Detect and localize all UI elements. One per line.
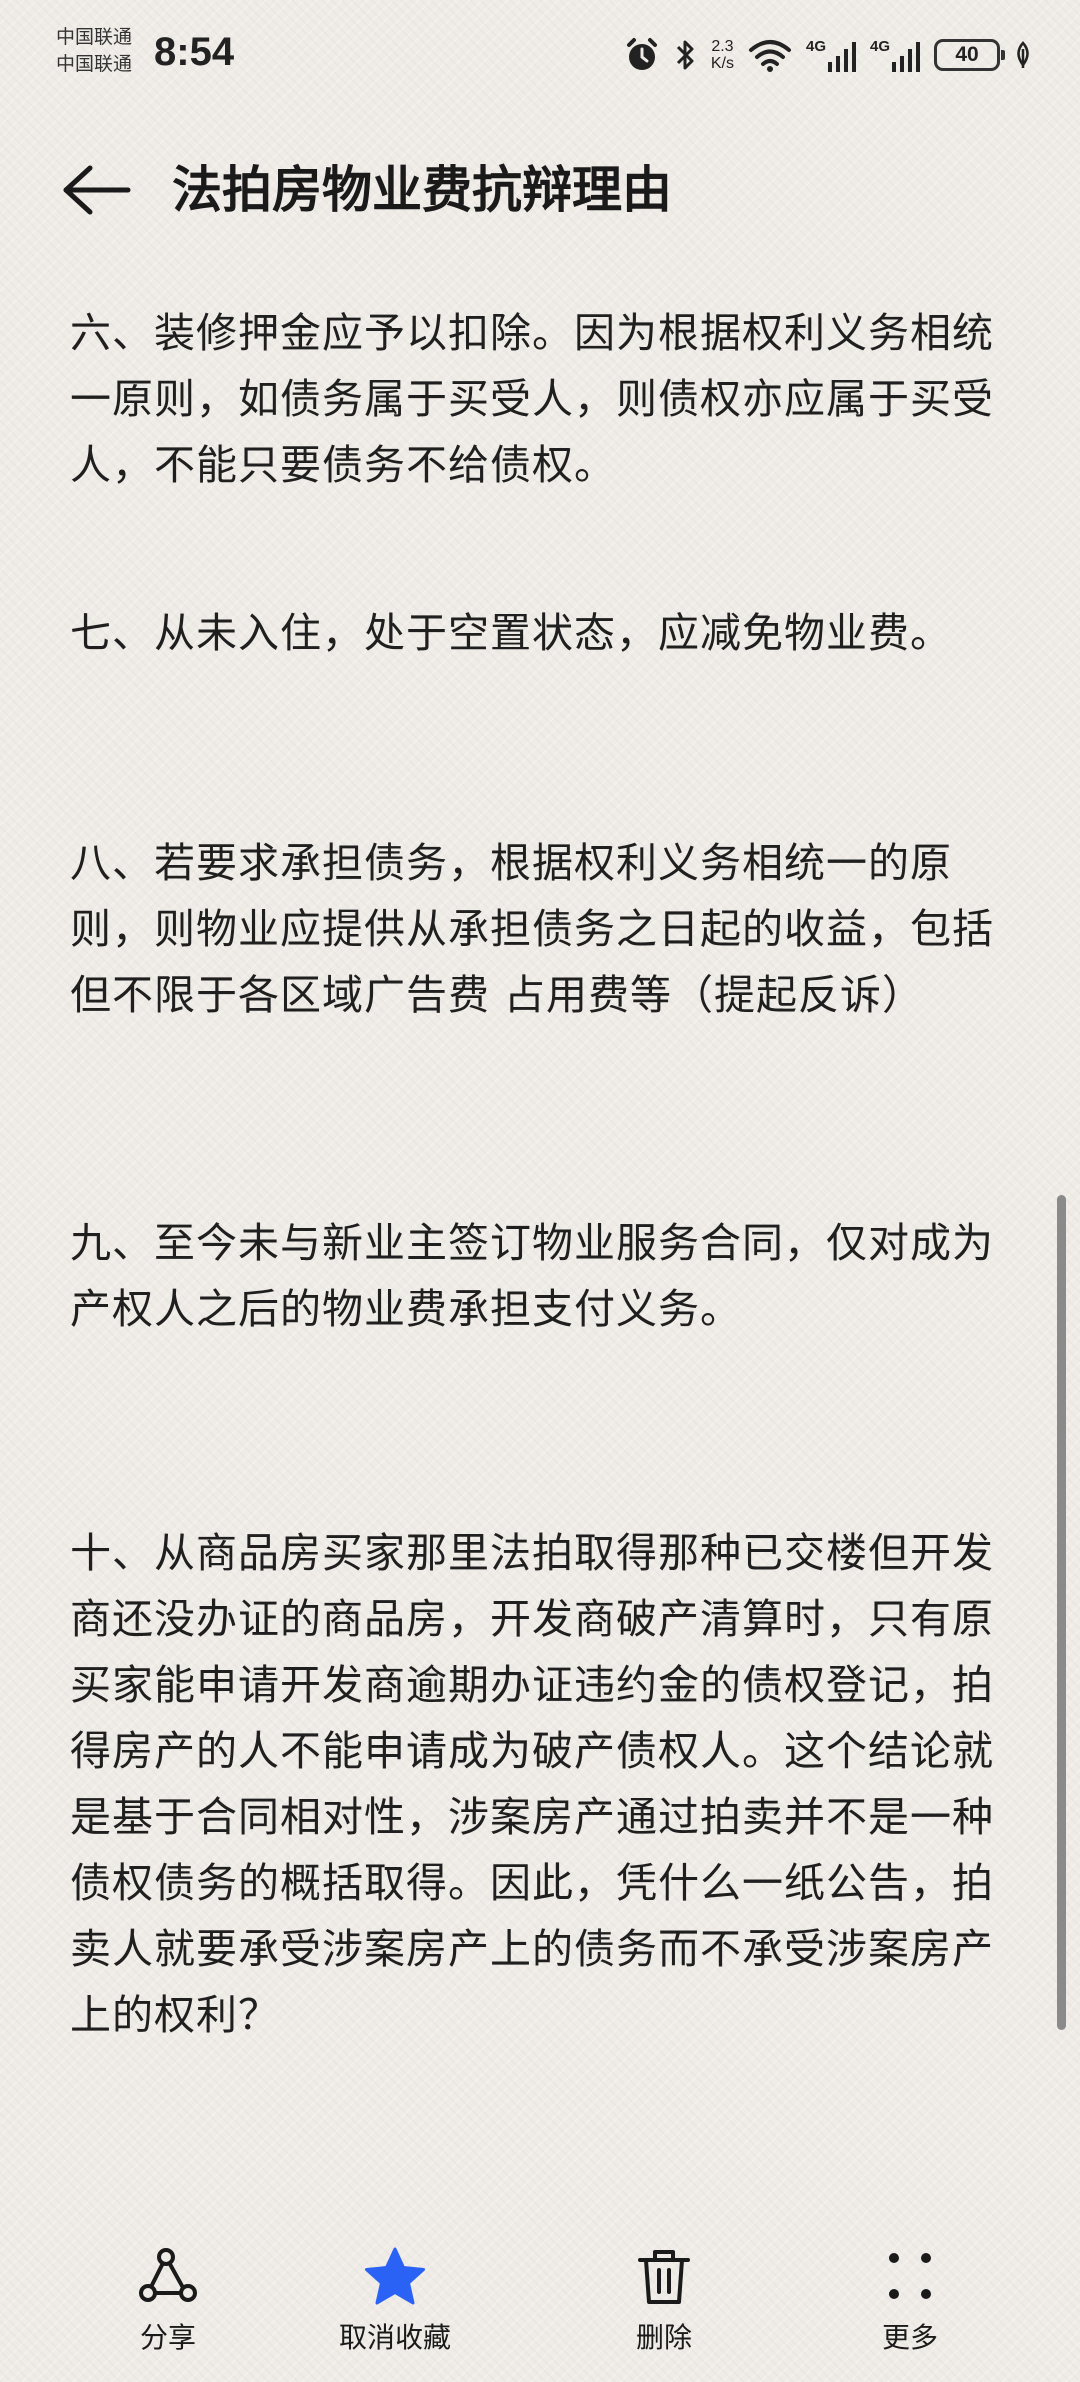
paragraph-6: 六、装修押金应予以扣除。因为根据权利义务相统一原则，如债务属于买受人，则债权亦应… [70, 309, 994, 489]
bottom-toolbar: 分享 取消收藏 删除 更多 [0, 2230, 1080, 2382]
share-label: 分享 [139, 2321, 196, 2354]
more-label: 更多 [881, 2321, 938, 2354]
unfavorite-label: 取消收藏 [338, 2321, 451, 2354]
app-header: 法拍房物业费抗辩理由 [0, 140, 1080, 240]
net-speed-value: 2.3 [711, 38, 734, 55]
delete-label: 删除 [635, 2321, 692, 2354]
signal-icon-1: 4G [806, 38, 856, 72]
signal-icon-2: 4G [870, 38, 920, 72]
back-arrow-icon [63, 165, 131, 215]
share-icon [139, 2248, 197, 2302]
net-speed-unit: K/s [710, 55, 734, 72]
carrier-1: 中国联通 [56, 26, 133, 48]
leaf-icon [1014, 41, 1032, 69]
paragraph-8: 八、若要求承担债务，根据权利义务相统一的原则，则物业应提供从承担债务之日起的收益… [70, 839, 994, 1019]
star-icon [365, 2247, 425, 2305]
share-button[interactable]: 分享 [68, 2230, 268, 2360]
carrier-2: 中国联通 [56, 53, 133, 75]
delete-button[interactable]: 删除 [564, 2230, 764, 2360]
paragraph-10: 十、从商品房买家那里法拍取得那种已交楼但开发商还没办证的商品房，开发商破产清算时… [70, 1529, 994, 2039]
battery-icon: 40 [934, 39, 1005, 71]
bluetooth-icon [675, 37, 697, 73]
paragraph-9: 九、至今未与新业主签订物业服务合同，仅对成为产权人之后的物业费承担支付义务。 [70, 1219, 994, 1333]
alarm-icon [623, 36, 661, 74]
carrier-info: 中国联通 中国联通 [56, 24, 132, 78]
status-icons: 2.3 K/s 4G 4G 40 [623, 30, 1032, 80]
wifi-icon [748, 38, 792, 72]
net-speed: 2.3 K/s [711, 38, 734, 72]
status-bar: 中国联通 中国联通 8:54 2.3 K/s 4G 4G 40 [0, 0, 1080, 110]
scrollbar[interactable] [1057, 1195, 1066, 2030]
more-button[interactable]: 更多 [810, 2230, 1010, 2360]
back-button[interactable] [60, 158, 140, 222]
signal-2-label: 4G [870, 38, 891, 55]
paragraph-7: 七、从未入住，处于空置状态，应减免物业费。 [70, 609, 952, 657]
page-title: 法拍房物业费抗辩理由 [172, 161, 672, 219]
more-dots-icon [889, 2253, 931, 2299]
unfavorite-button[interactable]: 取消收藏 [295, 2230, 495, 2360]
status-time: 8:54 [154, 30, 235, 74]
signal-1-label: 4G [806, 38, 827, 55]
trash-icon [638, 2250, 690, 2304]
